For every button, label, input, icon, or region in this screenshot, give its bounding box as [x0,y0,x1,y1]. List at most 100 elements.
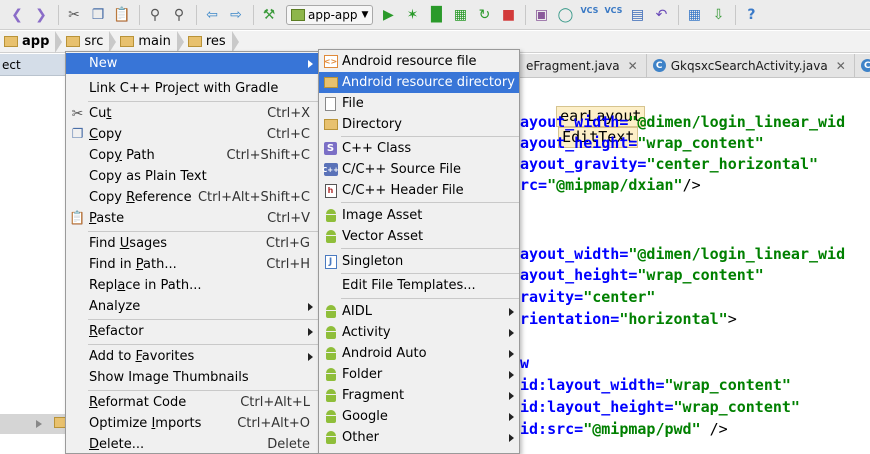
sdk-manager-icon[interactable]: ⇩ [707,4,729,26]
android-icon [325,326,337,339]
revert-icon[interactable]: ↶ [650,4,672,26]
menu-item-find-in-path[interactable]: Find in Path... Ctrl+H [66,254,318,275]
project-structure-icon[interactable]: ▦ [683,4,705,26]
paste-icon[interactable]: 📋 [111,4,133,26]
submenu-item-c-source-file[interactable]: C++ C/C++ Source File [319,159,519,180]
avd-manager-icon[interactable]: ▣ [530,4,552,26]
menu-item-reformat-code[interactable]: Reformat Code Ctrl+Alt+L [66,392,318,413]
menu-separator [341,248,519,249]
run-config-selector[interactable]: app-app ▼ [286,4,374,25]
breadcrumb-separator [109,30,117,53]
copy-icon[interactable]: ❐ [87,4,109,26]
menu-item-show-thumbnails[interactable]: Show Image Thumbnails [66,367,318,388]
profile-icon[interactable]: ▦ [449,4,471,26]
back-icon[interactable]: ❮ [6,4,28,26]
close-icon[interactable]: ✕ [836,59,846,73]
menu-item-analyze[interactable]: Analyze [66,296,318,317]
menu-item-delete[interactable]: Delete... Delete [66,434,318,454]
menu-item-copy-plain[interactable]: Copy as Plain Text [66,166,318,187]
submenu-item-vector-asset[interactable]: Vector Asset [319,226,519,247]
stop-icon[interactable]: ■ [497,4,519,26]
toolbar-divider [253,4,254,25]
menu-item-new[interactable]: New [66,53,318,74]
submenu-arrow-icon [308,303,313,311]
attach-debugger-icon[interactable]: █ [425,4,447,26]
run-icon[interactable]: ▶ [377,4,399,26]
cut-icon[interactable]: ✂ [63,4,85,26]
make-project-icon[interactable]: ⚒ [258,4,280,26]
menu-item-refactor[interactable]: Refactor [66,321,318,342]
menu-item-cut[interactable]: ✂ Cut Ctrl+X [66,103,318,124]
submenu-item-cpp-class[interactable]: S C++ Class [319,138,519,159]
submenu-item-fragment[interactable]: Fragment [319,385,519,406]
apply-changes-icon[interactable]: ↻ [473,4,495,26]
breadcrumb-item-src[interactable]: src [62,31,109,53]
submenu-item-folder[interactable]: Folder [319,364,519,385]
tree-expand-icon[interactable] [36,420,42,428]
forward-icon[interactable]: ❯ [30,4,52,26]
android-icon [325,209,337,222]
submenu-item-edit-file-templates[interactable]: Edit File Templates... [319,275,519,296]
android-icon [325,368,337,381]
submenu-item-google[interactable]: Google [319,406,519,427]
tab-fragment[interactable]: eFragment.java ✕ [520,53,647,78]
submenu-arrow-icon [308,353,313,361]
project-panel-header[interactable]: ect [0,54,66,76]
menu-item-find-usages[interactable]: Find Usages Ctrl+G [66,233,318,254]
help-icon[interactable]: ? [740,4,762,26]
main-toolbar: ❮ ❯ ✂ ❐ 📋 ⚲ ⚲ ⇦ ⇨ ⚒ app-app ▼ ▶ ✶ █ ▦ ↻ … [0,0,870,30]
submenu-item-activity[interactable]: Activity [319,322,519,343]
breadcrumb-item-app[interactable]: app [0,31,55,53]
menu-item-copy-reference[interactable]: Copy Reference Ctrl+Alt+Shift+C [66,187,318,208]
toolbar-divider [58,4,59,25]
code-line: rientation="horizontal"> [520,310,737,328]
breadcrumb-item-main[interactable]: main [116,31,176,53]
menu-separator [88,319,318,320]
submenu-arrow-icon [509,413,514,421]
submenu-item-image-asset[interactable]: Image Asset [319,205,519,226]
vcs-update-icon[interactable]: VCS [578,4,600,26]
menu-separator [341,273,519,274]
submenu-item-c-header-file[interactable]: h C/C++ Header File [319,180,519,201]
menu-item-replace-in-path[interactable]: Replace in Path... [66,275,318,296]
menu-item-link-cpp[interactable]: Link C++ Project with Gradle [66,78,318,99]
submenu-item-other[interactable]: Other [319,427,519,448]
breadcrumb-separator [55,30,63,53]
menu-item-copy[interactable]: ❐ Copy Ctrl+C [66,124,318,145]
tab-search-activity[interactable]: C GkqsxcSearchActivity.java ✕ [647,53,855,78]
debug-icon[interactable]: ✶ [401,4,423,26]
cpp-class-icon: S [324,142,337,155]
menu-item-optimize-imports[interactable]: Optimize Imports Ctrl+Alt+O [66,413,318,434]
code-editor[interactable]: earLayout EditText ayout_width="@dimen/l… [520,79,870,454]
menu-separator [88,344,318,345]
replace-icon[interactable]: ⚲ [168,4,190,26]
submenu-item-android-auto[interactable]: Android Auto [319,343,519,364]
vcs-commit-icon[interactable]: VCS [602,4,624,26]
singleton-icon: J [324,254,337,269]
submenu-item-file[interactable]: File [319,93,519,114]
code-line: id:src="@mipmap/pwd" /> [520,420,728,438]
submenu-item-android-resource-file[interactable]: <> Android resource file [319,51,519,72]
find-icon[interactable]: ⚲ [144,4,166,26]
menu-item-add-to-favorites[interactable]: Add to Favorites [66,346,318,367]
submenu-item-aidl[interactable]: AIDL [319,301,519,322]
vcs-compare-icon[interactable]: ▤ [626,4,648,26]
submenu-item-android-resource-directory[interactable]: Android resource directory [319,72,519,93]
code-line: id:layout_height="wrap_content" [520,398,800,416]
menu-item-paste[interactable]: 📋 Paste Ctrl+V [66,208,318,229]
folder-icon [120,36,135,47]
submenu-item-directory[interactable]: Directory [319,114,519,135]
sync-gradle-icon[interactable]: ◯ [554,4,576,26]
menu-item-copy-path[interactable]: Copy Path Ctrl+Shift+C [66,145,318,166]
project-tree[interactable] [0,77,66,454]
close-icon[interactable]: ✕ [628,59,638,73]
navigate-back-icon[interactable]: ⇦ [201,4,223,26]
run-config-label: app-app [308,7,358,22]
breadcrumb-separator [231,30,239,53]
submenu-item-singleton[interactable]: J Singleton [319,251,519,272]
navigate-forward-icon[interactable]: ⇨ [225,4,247,26]
menu-separator [88,390,318,391]
editor-tabs: eFragment.java ✕ C GkqsxcSearchActivity.… [520,53,870,78]
tab-third[interactable]: C Gk [855,54,870,78]
breadcrumb-item-res[interactable]: res [184,31,232,53]
